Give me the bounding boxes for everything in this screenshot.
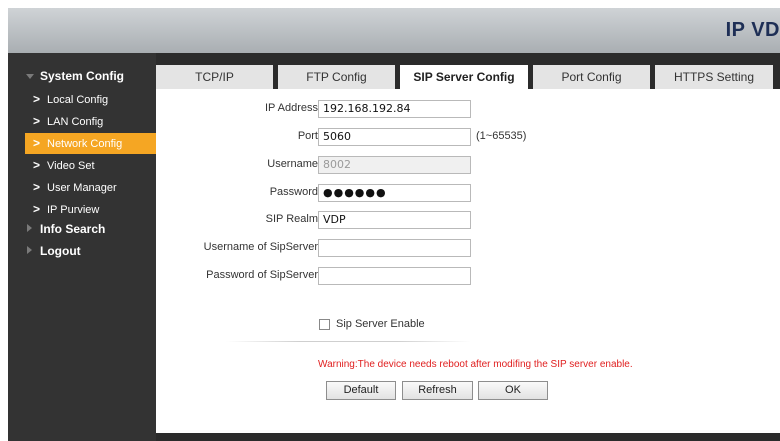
sidebar-item-lan-config[interactable]: > LAN Config: [25, 111, 156, 132]
sidebar-item-label: Network Config: [47, 138, 123, 150]
sidebar-group-logout[interactable]: Logout: [8, 241, 156, 261]
port-field[interactable]: 5060: [318, 128, 471, 146]
chevron-right-icon: >: [33, 158, 41, 172]
collapse-down-icon: [26, 74, 34, 79]
brand-title: IP VD: [725, 19, 780, 41]
tab-sip-server-config[interactable]: SIP Server Config: [400, 65, 528, 89]
tab-ftp-config[interactable]: FTP Config: [278, 65, 395, 89]
tab-tcp-ip[interactable]: TCP/IP: [156, 65, 273, 89]
sidebar: System Config > Local Config > LAN Config …: [8, 53, 156, 441]
sidebar-item-label: User Manager: [47, 182, 117, 194]
sidebar-item-label: IP Purview: [47, 204, 100, 216]
tab-bar: TCP/IP FTP Config SIP Server Config Port…: [156, 65, 780, 89]
sip-server-enable-checkbox[interactable]: [319, 318, 330, 330]
main-content: TCP/IP FTP Config SIP Server Config Port…: [156, 53, 780, 441]
chevron-right-icon: >: [33, 114, 41, 128]
sip-realm-label: SIP Realm: [265, 213, 318, 225]
sidebar-item-label: Video Set: [47, 160, 95, 172]
tab-https-setting[interactable]: HTTPS Setting: [655, 65, 773, 89]
password-label: Password: [269, 186, 318, 198]
username-label: Username: [267, 158, 318, 170]
sip-server-enable-row: Sip Server Enable: [319, 318, 425, 332]
top-header: IP VD: [8, 8, 780, 53]
port-label: Port: [297, 130, 318, 142]
label-column: IP Address Port Username Password SIP Re…: [156, 89, 318, 433]
chevron-right-icon: >: [33, 92, 41, 106]
username-field[interactable]: 8002: [318, 156, 471, 174]
sip-server-enable-label: Sip Server Enable: [336, 318, 425, 331]
default-button[interactable]: Default: [326, 381, 396, 400]
refresh-button[interactable]: Refresh: [402, 381, 473, 400]
app-frame: IP VD System Config > Local Config > LAN C…: [8, 8, 780, 441]
sidebar-item-label: Local Config: [47, 94, 109, 106]
reboot-warning: Warning:The device needs reboot after mo…: [318, 359, 633, 370]
chevron-right-icon: >: [33, 202, 41, 216]
sidebar-group-system-config[interactable]: System Config: [8, 66, 156, 86]
sidebar-item-local-config[interactable]: > Local Config: [25, 89, 156, 110]
ok-button[interactable]: OK: [478, 381, 548, 400]
sidebar-item-user-manager[interactable]: > User Manager: [25, 177, 156, 198]
sidebar-item-ip-purview[interactable]: > IP Purview: [25, 199, 156, 220]
ip-address-field[interactable]: 192.168.192.84: [318, 100, 471, 118]
password-field[interactable]: ●●●●●●: [318, 184, 471, 202]
password-of-sipserver-label: Password of SipServer: [206, 269, 318, 281]
divider: [226, 341, 471, 342]
username-of-sipserver-label: Username of SipServer: [203, 241, 318, 253]
sidebar-item-video-set[interactable]: > Video Set: [25, 155, 156, 176]
sidebar-item-label: LAN Config: [47, 116, 104, 128]
expand-right-icon: [27, 246, 32, 254]
sidebar-group-info-search[interactable]: Info Search: [8, 219, 156, 239]
chevron-right-icon: >: [33, 136, 41, 150]
tab-port-config[interactable]: Port Config: [533, 65, 650, 89]
ip-address-label: IP Address: [265, 102, 318, 114]
sidebar-group-label: System Config: [40, 69, 125, 83]
sidebar-item-network-config[interactable]: > Network Config: [25, 133, 156, 154]
sidebar-group-label: Info Search: [40, 222, 106, 236]
port-range-hint: (1~65535): [476, 130, 527, 142]
username-of-sipserver-field[interactable]: [318, 239, 471, 257]
chevron-right-icon: >: [33, 180, 41, 194]
sidebar-group-label: Logout: [40, 244, 81, 258]
password-of-sipserver-field[interactable]: [318, 267, 471, 285]
sip-realm-field[interactable]: VDP: [318, 211, 471, 229]
expand-right-icon: [27, 224, 32, 232]
sip-config-panel: IP Address Port Username Password SIP Re…: [156, 89, 780, 433]
